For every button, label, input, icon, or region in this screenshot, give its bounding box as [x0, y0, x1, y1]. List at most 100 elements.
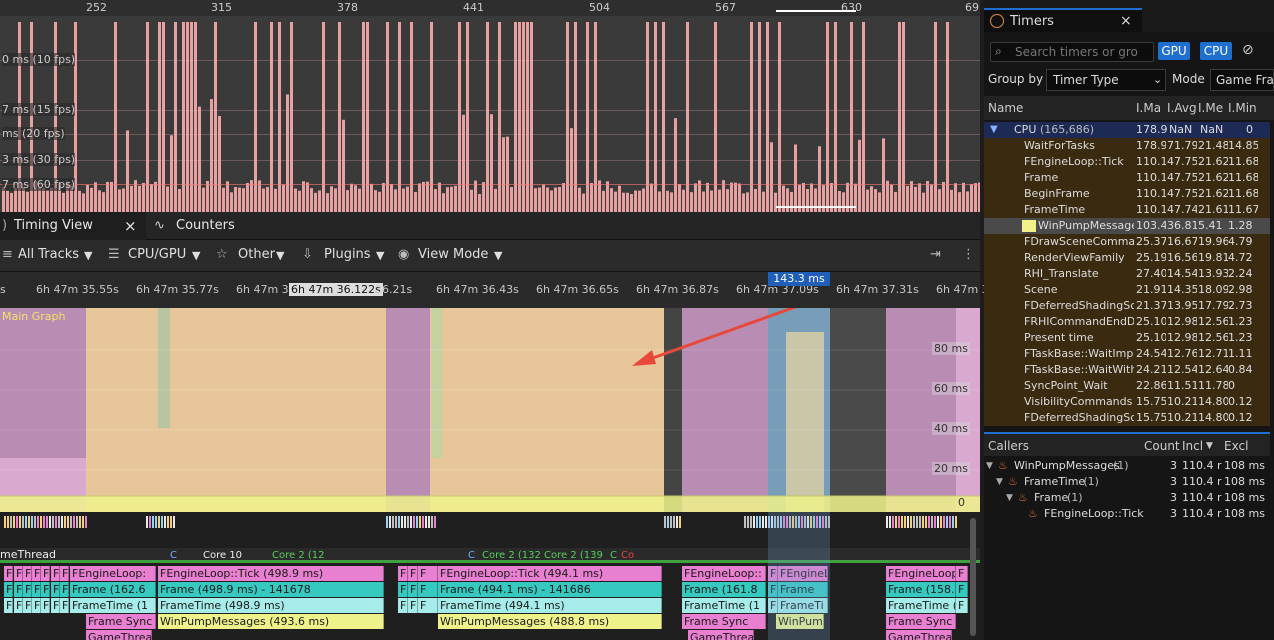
timer-bar[interactable]: F	[4, 598, 13, 613]
close-icon[interactable]: ×	[124, 212, 137, 240]
column-count[interactable]: Count	[1144, 434, 1180, 458]
tab-counters[interactable]: ∿ Counters	[150, 212, 250, 240]
table-row[interactable]: FTaskBase::WaitWithI 24.21 12.54 12.64 0.84	[984, 362, 1270, 378]
timer-bar[interactable]: F	[956, 582, 968, 597]
timer-bar[interactable]: F	[398, 598, 408, 613]
group-by-select[interactable]: Timer Type ⌄	[1046, 69, 1166, 91]
timer-bar[interactable]: F	[14, 566, 23, 581]
table-row[interactable]: FEngineLoop::Tick 110.1 47.75 21.62 11.68	[984, 154, 1270, 170]
frame-selection[interactable]	[776, 10, 856, 208]
plugins-button[interactable]: ⇩ Plugins ▼	[302, 240, 392, 272]
timer-bar[interactable]: F	[408, 566, 418, 581]
gpu-filter-button[interactable]: GPU	[1158, 42, 1190, 60]
timer-bar[interactable]: F	[14, 598, 23, 613]
timer-bar[interactable]: FrameTime (494.1 ms)	[438, 598, 662, 613]
table-row[interactable]: Scene 21.91 14.35 18.09 2.98	[984, 282, 1270, 298]
table-row[interactable]: BeginFrame 110.1 47.75 21.62 11.68	[984, 186, 1270, 202]
timer-bar[interactable]: F	[398, 566, 408, 581]
timer-bar[interactable]: GameThread	[886, 630, 952, 640]
timer-bar[interactable]: F	[4, 582, 13, 597]
column-incl[interactable]: Incl	[1182, 434, 1203, 458]
timer-bar[interactable]: FrameTime (	[886, 598, 956, 613]
table-row[interactable]: RHI_Translate 27.40 14.54 13.93 2.24	[984, 266, 1270, 282]
timer-bar[interactable]: Frame Sync	[886, 614, 956, 629]
cpu-filter-button[interactable]: CPU	[1200, 42, 1232, 60]
column-callers[interactable]: Callers	[988, 434, 1029, 458]
timer-bar[interactable]: F	[418, 566, 438, 581]
timer-bar[interactable]: F	[956, 566, 968, 581]
timer-bar[interactable]: Frame (162.6	[70, 582, 156, 597]
table-row[interactable]: VisibilityCommands 15.75 10.21 14.80 0.12	[984, 394, 1270, 410]
timer-bar[interactable]: FrameTime (1	[70, 598, 156, 613]
timer-bar[interactable]: FEngineLoop::Tick (494.1 ms)	[438, 566, 662, 581]
timer-bar[interactable]: F	[23, 582, 32, 597]
timer-bar[interactable]: F	[32, 598, 41, 613]
other-button[interactable]: ☆ Other ▼	[216, 240, 292, 272]
timer-bar[interactable]: F	[23, 598, 32, 613]
timer-bar[interactable]: F	[51, 598, 60, 613]
timer-bar[interactable]: FrameTime (1	[682, 598, 766, 613]
timing-tracks[interactable]: meThread C Core 10 Core 2 (12 C Core 2 (…	[0, 512, 980, 640]
table-row[interactable]: FDeferredShadingSce 21.37 13.95 17.79 2.73	[984, 298, 1270, 314]
table-row[interactable]: Frame 110.1 47.75 21.62 11.68	[984, 170, 1270, 186]
mode-select[interactable]: Game Fra	[1210, 69, 1274, 91]
column-excl[interactable]: Excl	[1224, 434, 1248, 458]
column-median[interactable]: I.Me	[1198, 96, 1223, 120]
hide-zero-icon[interactable]: ⊘	[1242, 42, 1254, 58]
close-icon[interactable]: ×	[1120, 13, 1132, 29]
table-row-selected[interactable]: WinPumpMessages 103.4 36.81 5.41 1.28	[984, 218, 1270, 234]
timer-bar[interactable]: WinPumpMessages (488.8 ms)	[438, 614, 662, 629]
timer-bar[interactable]: F	[51, 566, 60, 581]
table-row[interactable]: FrameTime 110.1 47.74 21.61 11.67	[984, 202, 1270, 218]
table-row[interactable]: Present time 25.10 12.98 12.56 1.23	[984, 330, 1270, 346]
timer-bar[interactable]: Frame (158.1	[886, 582, 956, 597]
table-row[interactable]: FTaskBase::WaitImpl_ 24.54 12.76 12.71 1.11	[984, 346, 1270, 362]
timer-bar[interactable]: F	[41, 566, 50, 581]
timer-bar[interactable]: FrameTime (498.9 ms)	[158, 598, 384, 613]
timer-bar[interactable]: WinPumpMessages (493.6 ms)	[158, 614, 384, 629]
timer-bar[interactable]: F	[60, 566, 69, 581]
table-row[interactable]: RenderViewFamily 25.19 16.56 19.81 4.72	[984, 250, 1270, 266]
timer-bar[interactable]: FEngineLoop::	[886, 566, 956, 581]
caller-row[interactable]: ▼ ♨ Frame (1) 3 110.4 r 108 ms	[984, 490, 1270, 506]
main-graph[interactable]: Main Graph 80 ms 60 ms 40 ms 20 ms 0	[0, 308, 980, 512]
timer-bar[interactable]: FEngineLoop::Tick (498.9 ms)	[158, 566, 384, 581]
timer-bar[interactable]: F	[4, 566, 13, 581]
timer-bar[interactable]: F	[408, 598, 418, 613]
timer-bar[interactable]: Frame (161.8	[682, 582, 766, 597]
timer-bar[interactable]: F	[51, 582, 60, 597]
timer-bar[interactable]: Fr	[60, 598, 69, 613]
timer-bar[interactable]: GameThread	[688, 630, 754, 640]
timer-bar[interactable]: Frame Sync	[86, 614, 156, 629]
snap-icon[interactable]: ⇥	[930, 247, 941, 262]
frames-chart[interactable]: 252 315 378 441 504 567 630 69 0 ms (10 …	[0, 0, 980, 212]
column-max[interactable]: I.Ma	[1136, 96, 1161, 120]
table-row-cpu-group[interactable]: ▼ CPU (165,686) 178.9 NaN NaN 0	[984, 122, 1270, 138]
caller-row[interactable]: ♨ FEngineLoop::Tick 3 110.4 r 108 ms	[984, 506, 1270, 522]
timer-bar[interactable]: FEngineLoop::	[682, 566, 766, 581]
caller-row[interactable]: ▼ ♨ WinPumpMessages (1) 3 110.4 r 108 ms	[984, 458, 1270, 474]
timer-bar[interactable]: F	[32, 582, 41, 597]
tracks-scrollbar[interactable]	[970, 518, 976, 636]
column-name[interactable]: Name	[988, 96, 1023, 120]
timer-bar[interactable]: F	[398, 582, 408, 597]
cpu-gpu-button[interactable]: ☰ CPU/GPU ▼	[108, 240, 208, 272]
view-mode-button[interactable]: ◉ View Mode ▼	[398, 240, 510, 272]
timer-bar[interactable]: F	[23, 566, 32, 581]
table-row[interactable]: FDrawSceneCommand25.3716.6719.964.79	[984, 234, 1270, 250]
all-tracks-button[interactable]: ≡ All Tracks ▼	[0, 240, 100, 272]
tab-timing-view[interactable]: ) Timing View ×	[0, 212, 146, 240]
table-row[interactable]: WaitForTasks 178.9 71.79 21.48 14.85	[984, 138, 1270, 154]
timer-bar[interactable]: F	[418, 598, 438, 613]
tab-timers[interactable]: Timers ×	[984, 8, 1142, 32]
table-row[interactable]: FDeferredShadingSce 15.75 10.21 14.80 0.12	[984, 410, 1270, 426]
time-ruler[interactable]: s 6h 47m 35.55s 6h 47m 35.77s 6h 47m 35 …	[0, 272, 989, 308]
timer-bar[interactable]: Fr	[60, 582, 69, 597]
caller-row[interactable]: ▼ ♨ FrameTime (1) 3 110.4 r 108 ms	[984, 474, 1270, 490]
timer-bar[interactable]: Frame (494.1 ms) - 141686	[438, 582, 662, 597]
timer-bar[interactable]: F	[956, 598, 968, 613]
timer-bar[interactable]: F	[408, 582, 418, 597]
timer-bar[interactable]: GameThread	[86, 630, 152, 640]
more-options-icon[interactable]: ⋮	[962, 247, 975, 262]
timer-bar[interactable]: FEngineLoop:	[70, 566, 156, 581]
